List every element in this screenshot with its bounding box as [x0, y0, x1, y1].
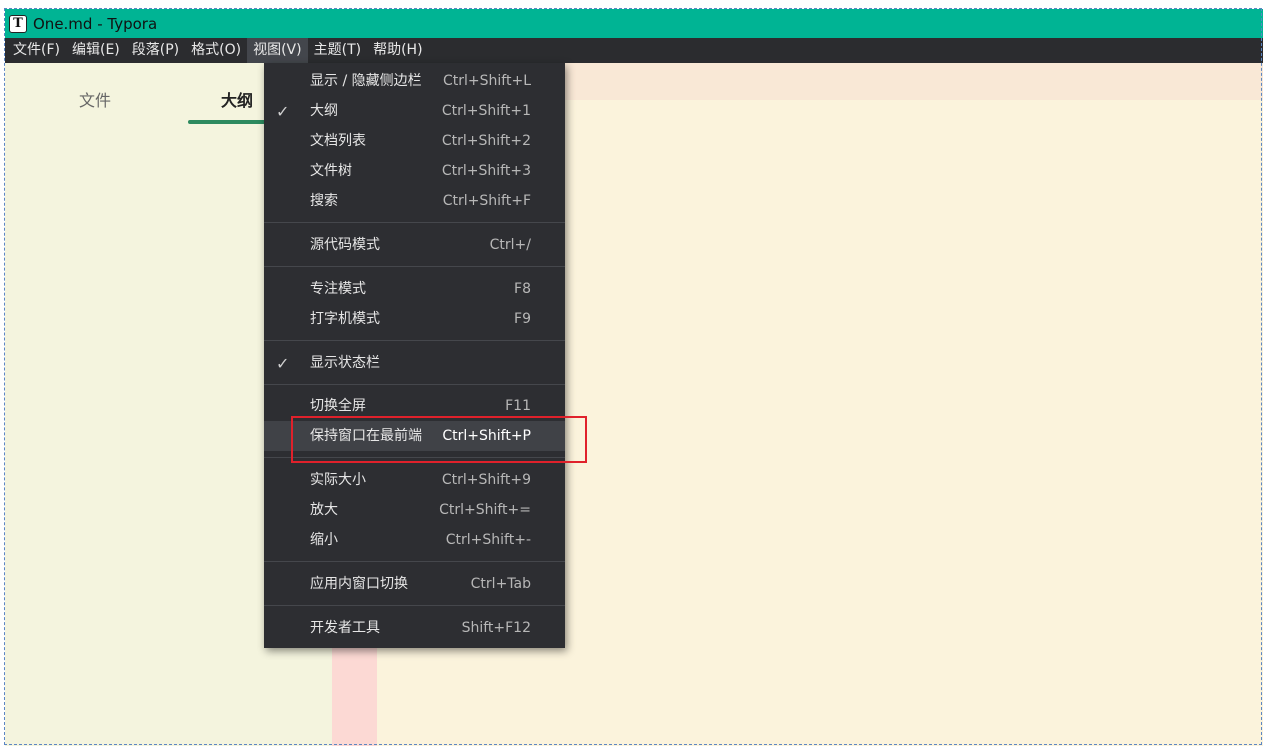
menu-item-label: 打字机模式	[310, 311, 380, 327]
check-icon: ✓	[276, 102, 290, 121]
menu-separator	[264, 222, 565, 223]
menu-item-document-list[interactable]: 文档列表 Ctrl+Shift+2	[264, 126, 565, 156]
menu-item-zoom-out[interactable]: 缩小 Ctrl+Shift+-	[264, 525, 565, 555]
menu-separator	[264, 605, 565, 606]
tab-files[interactable]: 文件	[79, 87, 111, 111]
menu-item-label: 实际大小	[310, 472, 366, 488]
menu-item-zoom-in[interactable]: 放大 Ctrl+Shift+=	[264, 495, 565, 525]
menu-item-label: 应用内窗口切换	[310, 576, 408, 592]
menu-format[interactable]: 格式(O)	[185, 38, 247, 63]
shortcut-label: Ctrl+Shift+2	[441, 133, 531, 149]
menu-item-file-tree[interactable]: 文件树 Ctrl+Shift+3	[264, 156, 565, 186]
menu-item-label: 专注模式	[310, 281, 366, 297]
menu-bar: 文件(F) 编辑(E) 段落(P) 格式(O) 视图(V) 主题(T) 帮助(H…	[5, 38, 1263, 63]
menu-item-toggle-sidebar[interactable]: 显示 / 隐藏侧边栏 Ctrl+Shift+L	[264, 66, 565, 96]
menu-help[interactable]: 帮助(H)	[367, 38, 428, 63]
menu-item-source-code-mode[interactable]: 源代码模式 Ctrl+/	[264, 230, 565, 260]
menu-theme[interactable]: 主题(T)	[308, 38, 367, 63]
menu-separator	[264, 266, 565, 267]
title-bar: T One.md - Typora	[5, 9, 1263, 38]
shortcut-label: Ctrl+/	[489, 237, 531, 253]
shortcut-label: F8	[514, 281, 531, 297]
shortcut-label: Ctrl+Shift+9	[441, 472, 531, 488]
menu-item-label: 文件树	[310, 163, 352, 179]
menu-item-developer-tools[interactable]: 开发者工具 Shift+F12	[264, 613, 565, 643]
menu-separator	[264, 561, 565, 562]
shortcut-label: Ctrl+Shift+3	[441, 163, 531, 179]
menu-separator	[264, 340, 565, 341]
menu-view[interactable]: 视图(V)	[247, 38, 308, 63]
menu-item-status-bar[interactable]: ✓ 显示状态栏	[264, 348, 565, 378]
view-menu-dropdown: 显示 / 隐藏侧边栏 Ctrl+Shift+L ✓ 大纲 Ctrl+Shift+…	[264, 63, 565, 648]
shortcut-label: Ctrl+Shift+-	[445, 532, 531, 548]
menu-paragraph[interactable]: 段落(P)	[126, 38, 185, 63]
menu-edit[interactable]: 编辑(E)	[66, 38, 126, 63]
window-title: One.md - Typora	[33, 14, 158, 33]
menu-item-label: 源代码模式	[310, 237, 380, 253]
menu-item-typewriter-mode[interactable]: 打字机模式 F9	[264, 304, 565, 334]
shortcut-label: Ctrl+Shift+1	[441, 103, 531, 119]
typora-app-icon: T	[9, 14, 27, 33]
menu-item-window-switch[interactable]: 应用内窗口切换 Ctrl+Tab	[264, 569, 565, 599]
menu-item-label: 文档列表	[310, 133, 366, 149]
shortcut-label: Ctrl+Tab	[470, 576, 531, 592]
menu-item-label: 显示 / 隐藏侧边栏	[310, 73, 422, 89]
menu-separator	[264, 384, 565, 385]
shortcut-label: Shift+F12	[461, 620, 531, 636]
menu-item-label: 搜索	[310, 193, 338, 209]
menu-item-label: 显示状态栏	[310, 355, 380, 371]
shortcut-label: Ctrl+Shift+=	[439, 502, 531, 518]
menu-item-search[interactable]: 搜索 Ctrl+Shift+F	[264, 186, 565, 216]
menu-item-actual-size[interactable]: 实际大小 Ctrl+Shift+9	[264, 465, 565, 495]
menu-item-label: 缩小	[310, 532, 338, 548]
shortcut-label: Ctrl+Shift+F	[442, 193, 531, 209]
menu-item-label: 放大	[310, 502, 338, 518]
menu-item-label: 开发者工具	[310, 620, 380, 636]
tab-outline[interactable]: 大纲	[221, 87, 253, 111]
annotation-highlight-box	[291, 416, 587, 463]
menu-item-label: 大纲	[310, 103, 338, 119]
menu-item-focus-mode[interactable]: 专注模式 F8	[264, 274, 565, 304]
check-icon: ✓	[276, 354, 290, 373]
shortcut-label: Ctrl+Shift+L	[443, 73, 531, 89]
shortcut-label: F9	[514, 311, 531, 327]
menu-file[interactable]: 文件(F)	[7, 38, 66, 63]
menu-item-outline[interactable]: ✓ 大纲 Ctrl+Shift+1	[264, 96, 565, 126]
